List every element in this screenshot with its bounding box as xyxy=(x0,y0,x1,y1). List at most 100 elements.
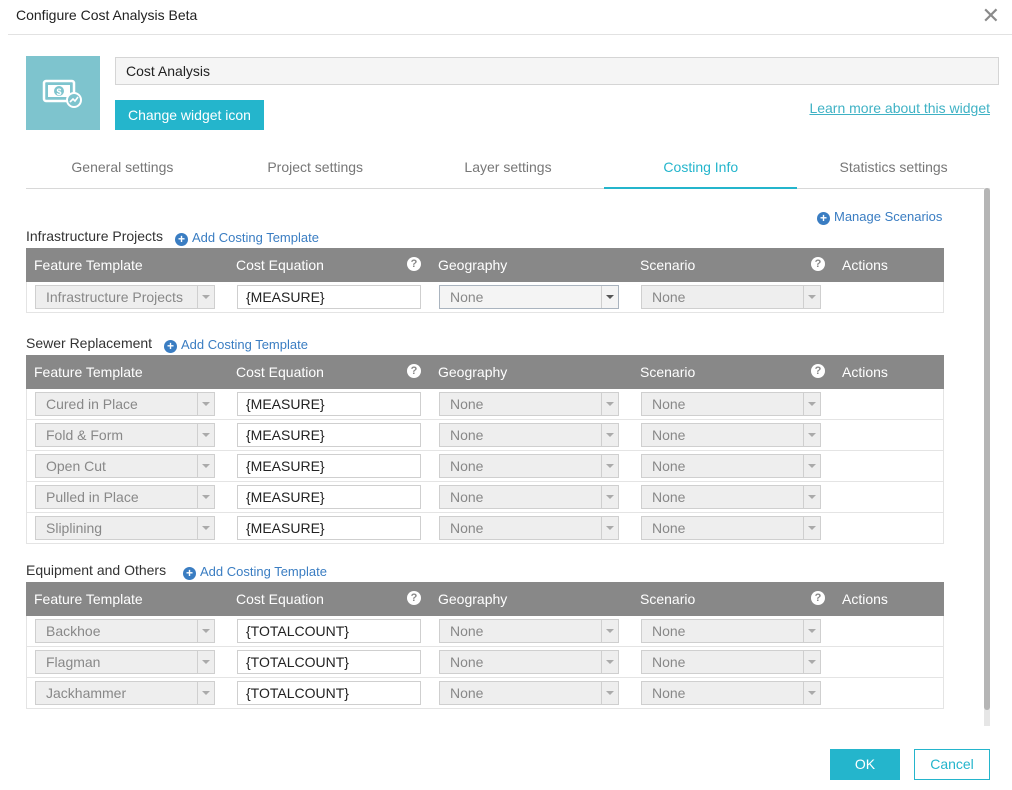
help-icon[interactable]: ? xyxy=(407,257,421,271)
col-cost-equation: Cost Equation xyxy=(236,591,324,607)
ok-button[interactable]: OK xyxy=(830,749,900,780)
help-icon[interactable]: ? xyxy=(407,591,421,605)
tab-costing-info[interactable]: Costing Info xyxy=(604,152,797,189)
chevron-down-icon[interactable] xyxy=(601,486,618,508)
plus-circle-icon: + xyxy=(164,340,177,353)
close-icon[interactable]: ✕ xyxy=(982,4,1000,28)
cost-equation-input[interactable]: {TOTALCOUNT} xyxy=(237,681,421,705)
cost-equation-input[interactable]: {TOTALCOUNT} xyxy=(237,619,421,643)
cost-equation-input[interactable]: {MEASURE} xyxy=(237,454,421,478)
feature-template-select[interactable]: Infrastructure Projects xyxy=(35,285,215,309)
geography-select[interactable]: None xyxy=(439,485,619,509)
chevron-down-icon[interactable] xyxy=(197,517,214,539)
tab-general-settings[interactable]: General settings xyxy=(26,152,219,188)
col-actions: Actions xyxy=(842,364,888,380)
chevron-down-icon[interactable] xyxy=(601,517,618,539)
feature-template-select[interactable]: Pulled in Place xyxy=(35,485,215,509)
chevron-down-icon[interactable] xyxy=(197,651,214,673)
help-icon[interactable]: ? xyxy=(811,257,825,271)
table-row: Flagman {TOTALCOUNT} None None xyxy=(26,647,944,678)
chevron-down-icon[interactable] xyxy=(197,455,214,477)
col-scenario: Scenario xyxy=(640,364,696,380)
money-chart-icon: $ xyxy=(42,79,82,108)
add-costing-template-link[interactable]: + Add Costing Template xyxy=(175,230,319,246)
learn-more-link[interactable]: Learn more about this widget xyxy=(809,100,990,116)
chevron-down-icon[interactable] xyxy=(197,286,214,308)
geography-select[interactable]: None xyxy=(439,285,619,309)
feature-template-select[interactable]: Open Cut xyxy=(35,454,215,478)
widget-name-input[interactable]: Cost Analysis xyxy=(115,57,999,85)
add-costing-template-link[interactable]: + Add Costing Template xyxy=(183,564,327,580)
feature-template-select[interactable]: Jackhammer xyxy=(35,681,215,705)
scenario-select[interactable]: None xyxy=(641,285,821,309)
chevron-down-icon[interactable] xyxy=(601,424,618,446)
select-value: None xyxy=(652,289,686,305)
tab-statistics-settings[interactable]: Statistics settings xyxy=(797,152,990,188)
geography-select[interactable]: None xyxy=(439,392,619,416)
chevron-down-icon[interactable] xyxy=(803,393,820,415)
feature-template-select[interactable]: Sliplining xyxy=(35,516,215,540)
cost-equation-input[interactable]: {MEASURE} xyxy=(237,485,421,509)
chevron-down-icon[interactable] xyxy=(601,651,618,673)
manage-scenarios-link[interactable]: + Manage Scenarios xyxy=(817,209,942,225)
select-value: None xyxy=(450,489,484,505)
plus-circle-icon: + xyxy=(175,233,188,246)
help-icon[interactable]: ? xyxy=(407,364,421,378)
add-costing-template-link[interactable]: + Add Costing Template xyxy=(164,337,308,353)
chevron-down-icon[interactable] xyxy=(803,424,820,446)
scenario-select[interactable]: None xyxy=(641,485,821,509)
cost-equation-input[interactable]: {MEASURE} xyxy=(237,392,421,416)
chevron-down-icon[interactable] xyxy=(197,393,214,415)
chevron-down-icon[interactable] xyxy=(601,286,618,308)
geography-select[interactable]: None xyxy=(439,650,619,674)
chevron-down-icon[interactable] xyxy=(803,455,820,477)
help-icon[interactable]: ? xyxy=(811,591,825,605)
chevron-down-icon[interactable] xyxy=(197,424,214,446)
chevron-down-icon[interactable] xyxy=(601,620,618,642)
feature-template-select[interactable]: Fold & Form xyxy=(35,423,215,447)
cost-equation-input[interactable]: {MEASURE} xyxy=(237,285,421,309)
scenario-select[interactable]: None xyxy=(641,516,821,540)
col-feature-template: Feature Template xyxy=(34,364,143,380)
cancel-button[interactable]: Cancel xyxy=(914,749,990,780)
scenario-select[interactable]: None xyxy=(641,423,821,447)
scenario-select[interactable]: None xyxy=(641,392,821,416)
geography-select[interactable]: None xyxy=(439,516,619,540)
geography-select[interactable]: None xyxy=(439,454,619,478)
chevron-down-icon[interactable] xyxy=(601,455,618,477)
chevron-down-icon[interactable] xyxy=(197,682,214,704)
scenario-select[interactable]: None xyxy=(641,619,821,643)
chevron-down-icon[interactable] xyxy=(601,393,618,415)
settings-tabs: General settings Project settings Layer … xyxy=(26,152,990,189)
plus-circle-icon: + xyxy=(183,567,196,580)
geography-select[interactable]: None xyxy=(439,619,619,643)
chevron-down-icon[interactable] xyxy=(601,682,618,704)
help-icon[interactable]: ? xyxy=(811,364,825,378)
chevron-down-icon[interactable] xyxy=(197,486,214,508)
scrollbar-thumb[interactable] xyxy=(984,188,990,710)
geography-select[interactable]: None xyxy=(439,423,619,447)
chevron-down-icon[interactable] xyxy=(803,286,820,308)
feature-template-select[interactable]: Cured in Place xyxy=(35,392,215,416)
tab-layer-settings[interactable]: Layer settings xyxy=(412,152,605,188)
chevron-down-icon[interactable] xyxy=(803,517,820,539)
content-scrollbar[interactable] xyxy=(984,188,990,726)
scenario-select[interactable]: None xyxy=(641,454,821,478)
feature-template-select[interactable]: Backhoe xyxy=(35,619,215,643)
chevron-down-icon[interactable] xyxy=(803,682,820,704)
change-widget-icon-button[interactable]: Change widget icon xyxy=(115,100,264,130)
chevron-down-icon[interactable] xyxy=(803,620,820,642)
cost-equation-input[interactable]: {MEASURE} xyxy=(237,423,421,447)
table-header: Feature Template Cost Equation ? Geograp… xyxy=(26,582,944,616)
chevron-down-icon[interactable] xyxy=(803,651,820,673)
chevron-down-icon[interactable] xyxy=(197,620,214,642)
select-value: None xyxy=(652,489,686,505)
geography-select[interactable]: None xyxy=(439,681,619,705)
cost-equation-input[interactable]: {TOTALCOUNT} xyxy=(237,650,421,674)
cost-equation-input[interactable]: {MEASURE} xyxy=(237,516,421,540)
scenario-select[interactable]: None xyxy=(641,650,821,674)
tab-project-settings[interactable]: Project settings xyxy=(219,152,412,188)
feature-template-select[interactable]: Flagman xyxy=(35,650,215,674)
chevron-down-icon[interactable] xyxy=(803,486,820,508)
scenario-select[interactable]: None xyxy=(641,681,821,705)
